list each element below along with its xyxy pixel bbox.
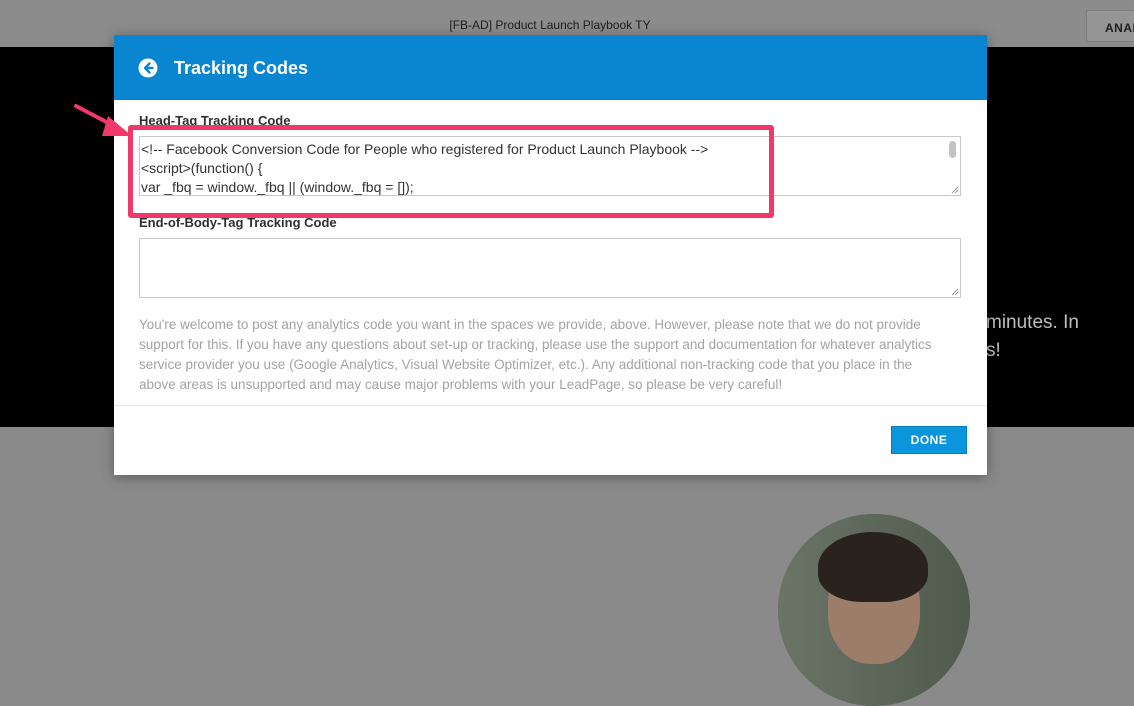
- end-of-body-code-textarea[interactable]: [139, 238, 961, 298]
- resize-grip-icon[interactable]: [950, 185, 959, 194]
- modal-header: Tracking Codes: [114, 35, 987, 100]
- scrollbar-thumb[interactable]: [949, 141, 956, 158]
- modal-title: Tracking Codes: [174, 58, 309, 78]
- arrow-left-circle-icon[interactable]: [138, 58, 158, 78]
- avatar: [778, 514, 970, 706]
- analytics-button[interactable]: ANALYTICS: [1086, 10, 1134, 42]
- page-title: [FB-AD] Product Launch Playbook TY: [449, 18, 651, 32]
- annotation-arrow-icon: [74, 104, 132, 136]
- footer-divider: [114, 405, 987, 406]
- hero-text-2: s!: [986, 340, 1001, 361]
- resize-grip-icon[interactable]: [950, 287, 959, 296]
- highlight-box: [128, 125, 774, 218]
- hero-text: minutes. In: [986, 312, 1079, 333]
- support-note: You're welcome to post any analytics cod…: [139, 317, 932, 392]
- tracking-codes-modal: Tracking Codes Head-Tag Tracking Code <!…: [114, 35, 987, 475]
- done-button[interactable]: DONE: [891, 426, 967, 454]
